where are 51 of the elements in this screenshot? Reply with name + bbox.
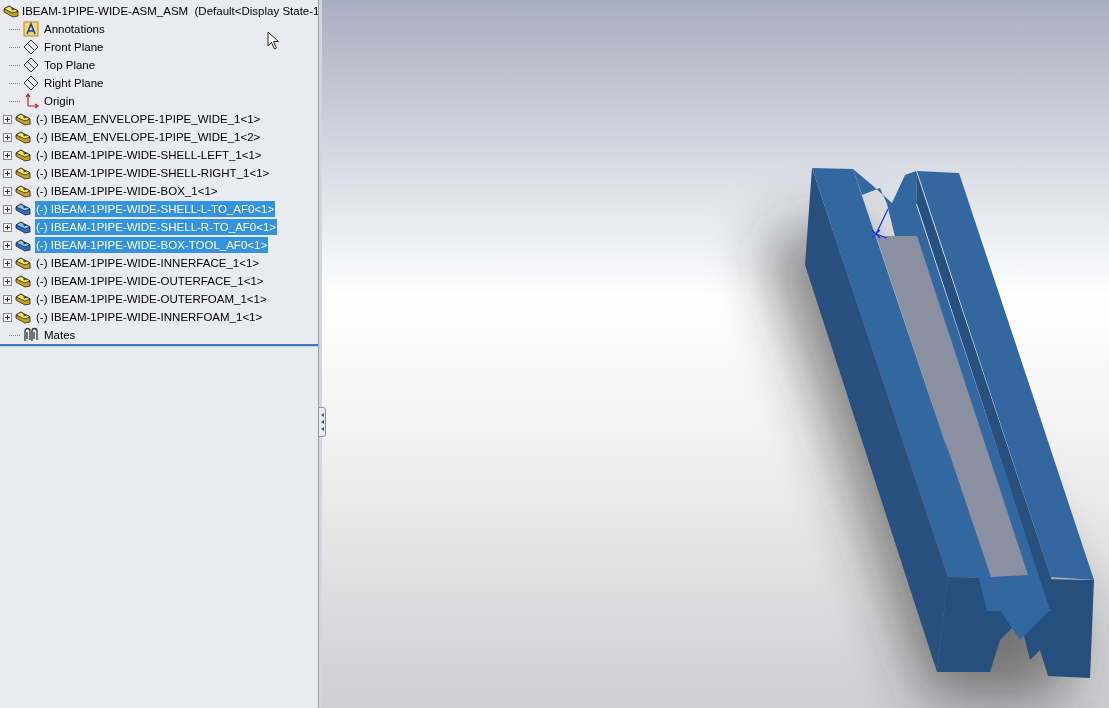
part-icon (15, 166, 31, 180)
tree-item[interactable]: (-) IBEAM-1PIPE-WIDE-BOX_1<1> (35, 183, 219, 199)
mouse-cursor-icon (267, 31, 281, 51)
expand-toggle[interactable] (3, 258, 12, 268)
tree-item[interactable]: Front Plane (43, 39, 105, 55)
expand-toggle[interactable] (3, 240, 12, 250)
part-icon (15, 202, 31, 216)
part-icon (15, 256, 31, 270)
assembly-icon (3, 4, 19, 18)
tree-item[interactable]: (-) IBEAM-1PIPE-WIDE-OUTERFOAM_1<1> (35, 291, 268, 307)
part-icon (15, 238, 31, 252)
beam-drawing[interactable] (760, 168, 1094, 700)
plane-icon (23, 75, 39, 91)
part-icon (15, 310, 31, 324)
part-icon (15, 274, 31, 288)
part-icon (15, 130, 31, 144)
expand-toggle[interactable] (3, 222, 12, 232)
plane-icon (23, 39, 39, 55)
expand-toggle[interactable] (3, 312, 12, 322)
tree-item[interactable]: (-) IBEAM-1PIPE-WIDE-OUTERFACE_1<1> (35, 273, 265, 289)
tree-item[interactable]: Mates (43, 327, 77, 343)
part-icon (15, 292, 31, 306)
axis-triad-icon (871, 208, 889, 239)
part-icon (15, 184, 31, 198)
tree-item[interactable]: (-) IBEAM-1PIPE-WIDE-SHELL-LEFT_1<1> (35, 147, 263, 163)
expand-toggle[interactable] (3, 168, 12, 178)
tree-root-label[interactable]: IBEAM-1PIPE-WIDE-ASM_ASM (Default<Display State-1 (22, 3, 320, 19)
tree-item[interactable]: (-) IBEAM-1PIPE-WIDE-SHELL-RIGHT_1<1> (35, 165, 271, 181)
part-icon (15, 220, 31, 234)
part-icon (15, 148, 31, 162)
plane-icon (23, 57, 39, 73)
paperclip-icon (23, 327, 39, 343)
tree-item[interactable]: Top Plane (43, 57, 97, 73)
part-icon (15, 112, 31, 126)
expand-toggle[interactable] (3, 186, 12, 196)
annotation-icon (23, 21, 39, 37)
origin-icon (23, 93, 39, 109)
tree-item[interactable]: Annotations (43, 21, 106, 37)
expand-toggle[interactable] (3, 204, 12, 214)
tree-item[interactable]: Origin (43, 93, 76, 109)
expand-toggle[interactable] (3, 150, 12, 160)
tree-item[interactable]: (-) IBEAM-1PIPE-WIDE-INNERFOAM_1<1> (35, 309, 264, 325)
expand-toggle[interactable] (3, 132, 12, 142)
tree-item[interactable]: (-) IBEAM-1PIPE-WIDE-INNERFACE_1<1> (35, 255, 261, 271)
expand-toggle[interactable] (3, 276, 12, 286)
expand-toggle[interactable] (3, 114, 12, 124)
tree-item[interactable]: (-) IBEAM_ENVELOPE-1PIPE_WIDE_1<1> (35, 111, 262, 127)
tree-item[interactable]: Right Plane (43, 75, 105, 91)
tree-item[interactable]: (-) IBEAM_ENVELOPE-1PIPE_WIDE_1<2> (35, 129, 262, 145)
expand-toggle[interactable] (3, 294, 12, 304)
3d-viewport[interactable] (322, 0, 1109, 708)
